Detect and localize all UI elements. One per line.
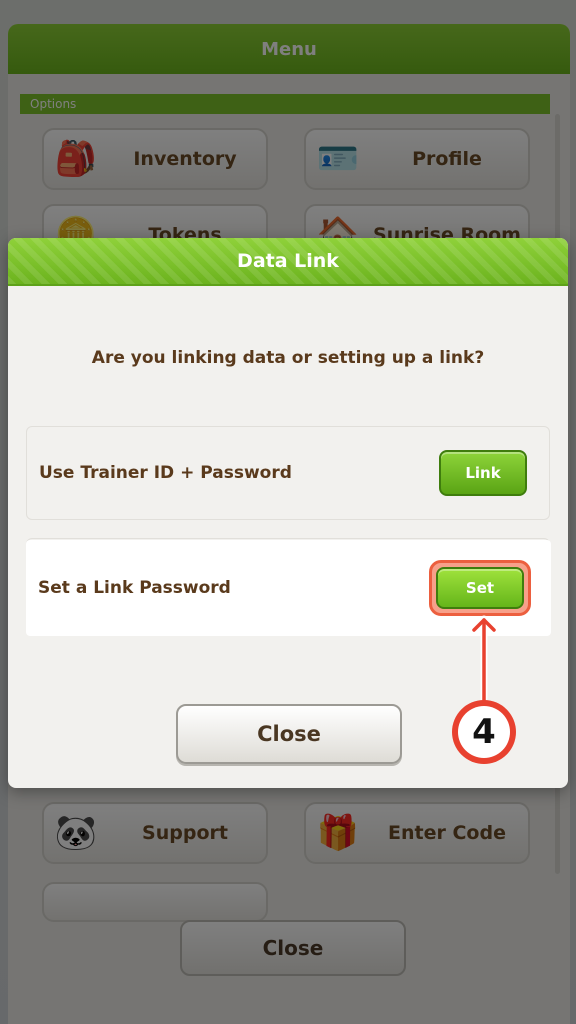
dialog-title: Data Link <box>8 238 568 286</box>
up-arrow-icon <box>470 615 498 706</box>
set-button[interactable]: Set <box>436 567 524 609</box>
option-label: Set a Link Password <box>38 578 231 598</box>
option-label: Use Trainer ID + Password <box>39 463 292 483</box>
close-button[interactable]: Close <box>176 704 402 764</box>
highlight-ring: Set <box>429 560 531 616</box>
step-marker: 4 <box>452 700 516 764</box>
dialog-question: Are you linking data or setting up a lin… <box>91 348 485 368</box>
link-button[interactable]: Link <box>439 450 527 496</box>
option-row-trainer-id: Use Trainer ID + Password Link <box>26 426 550 520</box>
step-number: 4 <box>458 706 510 758</box>
